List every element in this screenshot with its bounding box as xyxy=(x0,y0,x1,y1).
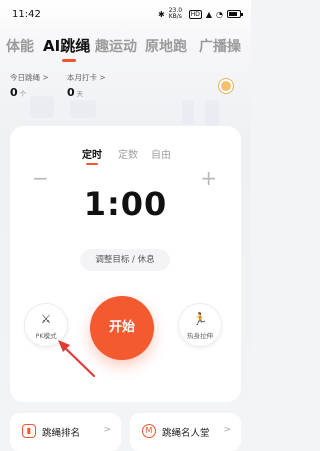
tab-running-in-place[interactable]: 原地跑 xyxy=(145,36,187,56)
stat-value: 0个 xyxy=(10,86,49,99)
stat-unit: 天 xyxy=(76,90,84,98)
active-mode-indicator xyxy=(86,163,98,165)
background-illustration xyxy=(182,100,194,124)
signal-icon: ▲ xyxy=(205,9,213,19)
ranking-chart-icon: ▮ xyxy=(22,424,36,438)
mode-tab-free[interactable]: 自由 xyxy=(151,146,171,161)
wifi-icon: ◔ xyxy=(216,9,223,19)
background-illustration xyxy=(70,100,96,118)
month-checkin-count: 0 xyxy=(67,86,75,99)
stat-today-jumps[interactable]: 今日跳绳 > 0个 xyxy=(10,72,49,99)
stat-label: 本月打卡 > xyxy=(67,73,106,82)
tab-ai-jump-rope[interactable]: AI跳绳 xyxy=(43,35,90,56)
timer-display: 1:00 xyxy=(83,185,168,223)
medal-icon[interactable] xyxy=(219,79,233,93)
network-speed: 23.0 KB/s xyxy=(168,7,183,20)
active-tab-indicator xyxy=(62,59,76,62)
start-button[interactable]: 开始 xyxy=(90,296,154,360)
mode-tab-timed[interactable]: 定时 xyxy=(82,146,102,161)
hall-of-fame-icon: M xyxy=(142,424,156,438)
jump-ranking-button[interactable]: ▮ 跳绳排名 > xyxy=(10,413,121,451)
chevron-right-icon: > xyxy=(223,425,231,435)
mode-tab-count[interactable]: 定数 xyxy=(118,146,138,161)
crossed-swords-icon: ⚔ xyxy=(40,312,52,326)
stat-label: 今日跳绳 > xyxy=(10,73,49,82)
bluetooth-icon: ✱ xyxy=(158,9,165,19)
chevron-right-icon: > xyxy=(103,425,111,435)
mode-tabs: 定时 定数 自由 xyxy=(10,146,241,168)
pk-mode-label: PK模式 xyxy=(35,332,57,340)
status-bar: 11:42 ✱ 23.0 KB/s HD ▲ ◔ xyxy=(0,0,251,30)
tab-fun-sports[interactable]: 趣运动 xyxy=(95,36,137,56)
battery-fill xyxy=(229,12,237,16)
hall-of-fame-label: 跳绳名人堂 xyxy=(162,428,210,439)
hall-of-fame-button[interactable]: M 跳绳名人堂 > xyxy=(130,413,241,451)
background-illustration xyxy=(30,96,54,118)
warmup-stretch-button[interactable]: 🏃 热身拉伸 xyxy=(178,303,222,347)
adjust-goal-rest-button[interactable]: 调整目标 / 休息 xyxy=(80,249,170,271)
tab-fitness[interactable]: 体能 xyxy=(6,36,34,56)
warmup-stretch-label: 热身拉伸 xyxy=(187,332,213,340)
stat-month-checkin[interactable]: 本月打卡 > 0天 xyxy=(67,72,106,99)
top-tab-bar: 体能 AI跳绳 趣运动 原地跑 广播操 xyxy=(0,32,251,62)
status-time: 11:42 xyxy=(12,9,41,20)
jump-rope-card: 定时 定数 自由 − 1:00 + 调整目标 / 休息 ⚔ PK模式 开始 🏃 … xyxy=(10,126,241,402)
background-illustration xyxy=(205,100,219,126)
status-icons: ✱ 23.0 KB/s HD ▲ ◔ xyxy=(158,7,243,20)
stretching-person-icon: 🏃 xyxy=(192,312,208,326)
today-jump-count: 0 xyxy=(10,86,18,99)
increase-button[interactable]: + xyxy=(200,166,217,190)
tab-broadcast-exercise[interactable]: 广播操 xyxy=(199,36,241,56)
stat-value: 0天 xyxy=(67,86,106,99)
network-type: HD xyxy=(188,9,202,19)
jump-ranking-label: 跳绳排名 xyxy=(42,428,81,439)
pk-mode-button[interactable]: ⚔ PK模式 xyxy=(24,303,68,347)
battery-icon xyxy=(227,10,243,18)
stat-unit: 个 xyxy=(19,90,27,98)
